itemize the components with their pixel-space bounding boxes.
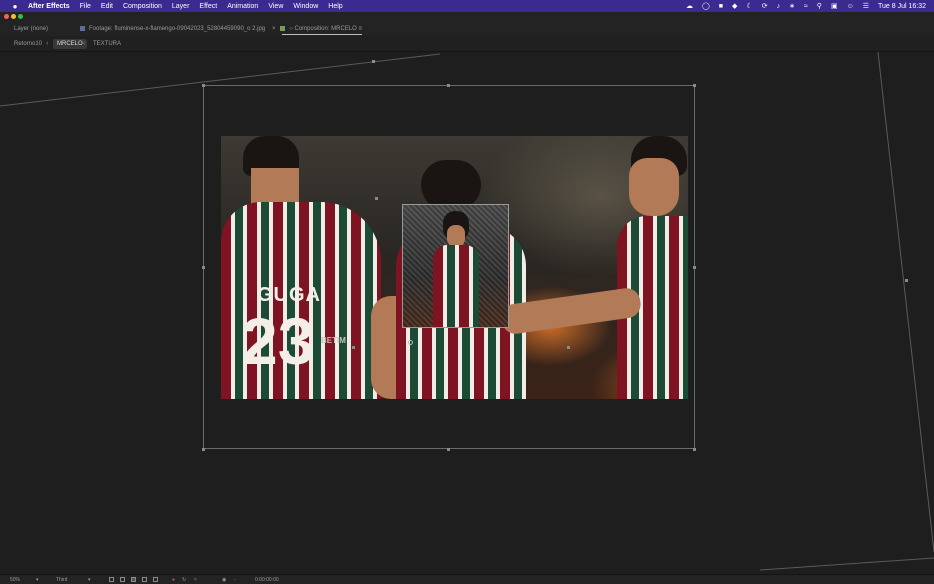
user-icon[interactable]: ☺ xyxy=(847,3,854,10)
menu-view[interactable]: View xyxy=(268,3,283,10)
viewer-panel-tabs: Layer (none) Footage: fluminense-x-flame… xyxy=(0,23,934,36)
composition-bounds xyxy=(203,85,695,449)
tab-layer-viewer[interactable]: Layer (none) xyxy=(14,26,48,32)
comp-tab-mrcelo[interactable]: MRCELO xyxy=(53,39,87,49)
close-window-button[interactable] xyxy=(4,14,9,19)
comp-label-swatch xyxy=(280,26,286,31)
rotated-layer-handle xyxy=(905,279,908,282)
region-of-interest-icon[interactable] xyxy=(109,577,114,582)
screen-record-icon[interactable]: ■ xyxy=(719,3,723,10)
color-channel-icon[interactable]: ● xyxy=(172,577,175,583)
menu-layer[interactable]: Layer xyxy=(172,3,190,10)
snapshot-camera-icon[interactable]: ◉ xyxy=(222,577,226,583)
transform-handle[interactable] xyxy=(693,84,696,87)
composition-tab-label: Composition: MRCELO xyxy=(294,26,357,32)
footage-tab-label: Footage: fluminense-x-flamengo-09042023_… xyxy=(89,26,266,32)
transform-handle[interactable] xyxy=(202,448,205,451)
close-tab-icon[interactable]: × xyxy=(272,26,276,32)
chevron-down-icon[interactable]: ▾ xyxy=(36,577,39,583)
transform-handle[interactable] xyxy=(202,84,205,87)
layer-handle[interactable] xyxy=(375,197,378,200)
rotated-layer-edge-right xyxy=(877,52,934,553)
transform-handle[interactable] xyxy=(447,448,450,451)
zoom-window-button[interactable] xyxy=(18,14,23,19)
bluetooth-icon[interactable]: ∗ xyxy=(789,2,795,10)
composition-navigator: Retorno10 ‹ MRCELO ‹ TEXTURA xyxy=(0,36,934,52)
transform-handle[interactable] xyxy=(693,448,696,451)
control-center-icon[interactable]: ☰ xyxy=(863,2,869,10)
transform-handle[interactable] xyxy=(693,266,696,269)
menu-composition[interactable]: Composition xyxy=(123,3,162,10)
search-icon[interactable]: ⚲ xyxy=(817,2,822,10)
menu-window[interactable]: Window xyxy=(293,3,318,10)
wifi-icon[interactable]: ≈ xyxy=(804,3,808,10)
show-snapshot-icon[interactable]: ◦ xyxy=(234,577,236,583)
creative-cloud-icon[interactable]: ◯ xyxy=(702,2,710,10)
comp-tab-textura[interactable]: TEXTURA xyxy=(93,41,121,47)
layer-handle[interactable] xyxy=(567,346,570,349)
minimize-window-button[interactable] xyxy=(11,14,16,19)
active-tab-indicator xyxy=(282,34,362,35)
menu-help[interactable]: Help xyxy=(328,3,342,10)
focus-moon-icon[interactable]: ☾ xyxy=(746,2,752,10)
window-title-bar xyxy=(0,12,934,23)
input-source-icon[interactable]: ▣ xyxy=(831,2,838,10)
footage-label-swatch xyxy=(80,26,85,31)
rotated-layer-handle xyxy=(372,60,375,63)
app-name-menu[interactable]: After Effects xyxy=(28,3,70,10)
comp-tab-retorno10[interactable]: Retorno10 xyxy=(14,41,42,47)
transparency-grid-icon[interactable] xyxy=(120,577,125,582)
grid-icon[interactable] xyxy=(153,577,158,582)
mask-visibility-icon[interactable] xyxy=(131,577,136,582)
chevron-down-icon[interactable]: ▾ xyxy=(88,577,91,583)
chevron-left-icon[interactable]: ‹ xyxy=(46,40,48,47)
tab-footage-viewer[interactable]: Footage: fluminense-x-flamengo-09042023_… xyxy=(80,26,265,32)
rotated-layer-edge-bottom xyxy=(759,557,934,571)
apple-menu-icon[interactable]: ● xyxy=(10,2,20,11)
sync-icon[interactable]: ⟳ xyxy=(762,2,768,10)
guides-icon[interactable] xyxy=(142,577,147,582)
tab-composition-viewer[interactable]: × ○ Composition: MRCELO ≡ xyxy=(272,26,362,32)
resolution-dropdown[interactable]: Third xyxy=(56,577,67,583)
cloud-icon[interactable]: ☁ xyxy=(686,2,693,10)
viewer-toolbar: 50% ▾ Third ▾ ● ↻ ≈ ◉ ◦ 0:00:00:00 xyxy=(0,574,934,584)
menu-effect[interactable]: Effect xyxy=(199,3,217,10)
lock-icon[interactable]: ○ xyxy=(289,26,293,32)
menu-edit[interactable]: Edit xyxy=(101,3,113,10)
current-time-display[interactable]: 0:00:00:00 xyxy=(255,577,279,583)
transform-handle[interactable] xyxy=(447,84,450,87)
composition-viewer[interactable]: GUGA 23 BETIM xyxy=(0,52,934,574)
volume-icon[interactable]: ♪ xyxy=(777,3,781,10)
fast-preview-icon[interactable]: ≈ xyxy=(194,577,197,583)
exposure-reset-icon[interactable]: ↻ xyxy=(182,577,186,583)
panel-menu-icon[interactable]: ≡ xyxy=(359,26,363,32)
menu-file[interactable]: File xyxy=(80,3,91,10)
zoom-dropdown[interactable]: 50% xyxy=(10,577,20,583)
status-area: ☁ ◯ ■ ◆ ☾ ⟳ ♪ ∗ ≈ ⚲ ▣ ☺ ☰ Tue 8 Jul 16:3… xyxy=(686,0,926,12)
dropbox-icon[interactable]: ◆ xyxy=(732,2,737,10)
chevron-left-icon[interactable]: ‹ xyxy=(83,40,85,47)
menu-animation[interactable]: Animation xyxy=(227,3,258,10)
layer-handle[interactable] xyxy=(352,346,355,349)
anchor-point-icon[interactable] xyxy=(408,340,413,345)
clock-text[interactable]: Tue 8 Jul 16:32 xyxy=(878,3,926,10)
macos-menu-bar: ● After Effects File Edit Composition La… xyxy=(0,0,934,12)
transform-handle[interactable] xyxy=(202,266,205,269)
